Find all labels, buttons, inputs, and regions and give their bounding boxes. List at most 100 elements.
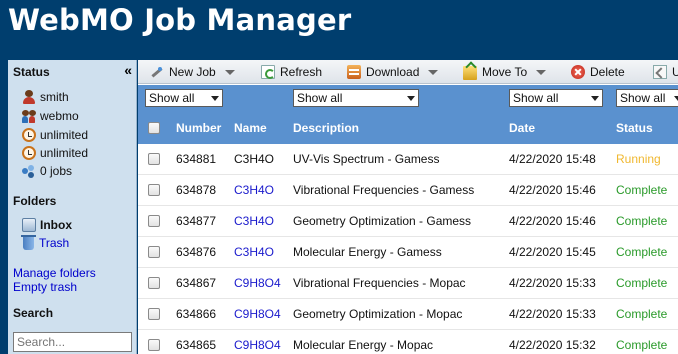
job-name-link[interactable]: C3H4O [234, 214, 274, 228]
job-number: 634878 [176, 183, 217, 197]
table-row[interactable]: 634865 C9H8O4 Molecular Energy - Mopac 4… [138, 330, 678, 354]
status-filter-select[interactable]: Show all [616, 89, 678, 107]
table-row[interactable]: 634878 C3H4O Vibrational Frequencies - G… [138, 175, 678, 206]
job-description: Geometry Optimization - Mopac [293, 307, 463, 321]
table-row[interactable]: 634867 C9H8O4 Vibrational Frequencies - … [138, 268, 678, 299]
status-cpu-label: unlimited [40, 146, 89, 160]
job-date: 4/22/2020 15:33 [509, 276, 596, 290]
job-name-link[interactable]: C9H8O4 [234, 307, 281, 321]
chevron-down-icon[interactable] [428, 69, 439, 75]
select-all-checkbox[interactable] [148, 122, 160, 134]
status-user: smith [22, 89, 69, 105]
status-group: webmo [22, 108, 79, 124]
column-date[interactable]: Date [509, 121, 535, 135]
delete-label: Delete [590, 65, 625, 79]
job-date: 4/22/2020 15:33 [509, 307, 596, 321]
job-description: Molecular Energy - Gamess [293, 245, 442, 259]
job-description: UV-Vis Spectrum - Gamess [293, 152, 440, 166]
move-to-icon [463, 66, 477, 80]
job-date: 4/22/2020 15:46 [509, 214, 596, 228]
table-row[interactable]: 634876 C3H4O Molecular Energy - Gamess 4… [138, 237, 678, 268]
folder-trash-label[interactable]: Trash [39, 236, 69, 250]
job-list-panel: New Job Refresh Download Move To Delete … [138, 60, 678, 354]
job-description: Vibrational Frequencies - Gamess [293, 183, 475, 197]
job-date: 4/22/2020 15:45 [509, 245, 596, 259]
job-status: Complete [616, 338, 668, 352]
collapse-sidebar-button[interactable]: « [124, 62, 132, 78]
row-checkbox[interactable] [148, 215, 160, 227]
job-number: 634877 [176, 214, 217, 228]
delete-button[interactable]: Delete [571, 63, 625, 81]
clock-icon [22, 146, 36, 160]
undelete-button[interactable]: U [653, 63, 678, 81]
status-heading: Status [13, 65, 50, 79]
new-job-label: New Job [169, 65, 216, 79]
row-checkbox[interactable] [148, 308, 160, 320]
new-job-icon [150, 65, 164, 79]
job-date: 4/22/2020 15:32 [509, 338, 596, 352]
status-group-label: webmo [40, 109, 79, 123]
row-checkbox[interactable] [148, 277, 160, 289]
download-button[interactable]: Download [347, 63, 439, 81]
job-status: Complete [616, 276, 668, 290]
column-description[interactable]: Description [293, 121, 359, 135]
status-user-label: smith [40, 90, 69, 104]
sidebar: « Status smith webmo unlimited unlimited… [8, 60, 137, 354]
job-name-link[interactable]: C3H4O [234, 183, 274, 197]
job-name-link[interactable]: C3H4O [234, 245, 274, 259]
folder-inbox-label[interactable]: Inbox [40, 218, 72, 232]
status-cpu-limit: unlimited [22, 145, 88, 161]
folder-inbox[interactable]: Inbox [22, 217, 72, 233]
new-job-button[interactable]: New Job [150, 63, 235, 81]
job-name: C3H4O [234, 152, 275, 166]
manage-folders-link[interactable]: Manage folders [13, 266, 96, 280]
job-name-link[interactable]: C9H8O4 [234, 338, 281, 352]
row-checkbox[interactable] [148, 339, 160, 351]
chevron-down-icon[interactable] [536, 69, 547, 75]
name-filter-select[interactable]: Show all [145, 89, 223, 107]
job-description: Molecular Energy - Mopac [293, 338, 434, 352]
column-status[interactable]: Status [616, 121, 653, 135]
folders-heading: Folders [13, 194, 57, 208]
refresh-label: Refresh [280, 65, 323, 79]
row-checkbox[interactable] [148, 246, 160, 258]
refresh-icon [261, 65, 275, 79]
row-checkbox[interactable] [148, 184, 160, 196]
download-label: Download [366, 65, 420, 79]
inbox-icon [22, 218, 36, 232]
delete-icon [571, 65, 585, 79]
job-status: Complete [616, 245, 668, 259]
move-to-label: Move To [482, 65, 528, 79]
undelete-label: U [672, 65, 678, 79]
job-date: 4/22/2020 15:48 [509, 152, 596, 166]
column-number[interactable]: Number [176, 121, 221, 135]
status-jobs-label: 0 jobs [40, 164, 73, 178]
name-filter-value: Show all [149, 91, 195, 105]
refresh-button[interactable]: Refresh [261, 63, 322, 81]
description-filter-select[interactable]: Show all [293, 89, 419, 107]
job-status: Complete [616, 214, 668, 228]
filter-bar: Show all Show all Show all Show all [138, 85, 678, 112]
job-name-link[interactable]: C9H8O4 [234, 276, 281, 290]
chevron-down-icon[interactable] [224, 69, 235, 75]
job-number: 634881 [176, 152, 217, 166]
toolbar: New Job Refresh Download Move To Delete … [138, 60, 678, 84]
download-icon [347, 65, 361, 79]
search-input[interactable] [13, 332, 132, 352]
table-row[interactable]: 634866 C9H8O4 Geometry Optimization - Mo… [138, 299, 678, 330]
folder-trash[interactable]: Trash [21, 235, 69, 251]
table-row[interactable]: 634881 C3H4O UV-Vis Spectrum - Gamess 4/… [138, 144, 678, 175]
empty-trash-link[interactable]: Empty trash [13, 280, 77, 294]
chevron-down-icon [674, 95, 678, 101]
job-number: 634866 [176, 307, 217, 321]
row-checkbox[interactable] [148, 153, 160, 165]
app-title: WebMO Job Manager [8, 3, 352, 37]
job-status: Complete [616, 307, 668, 321]
job-description: Vibrational Frequencies - Mopac [293, 276, 466, 290]
job-date: 4/22/2020 15:46 [509, 183, 596, 197]
job-number: 634867 [176, 276, 217, 290]
move-to-button[interactable]: Move To [463, 63, 547, 81]
column-name[interactable]: Name [234, 121, 267, 135]
date-filter-select[interactable]: Show all [509, 89, 603, 107]
table-row[interactable]: 634877 C3H4O Geometry Optimization - Gam… [138, 206, 678, 237]
